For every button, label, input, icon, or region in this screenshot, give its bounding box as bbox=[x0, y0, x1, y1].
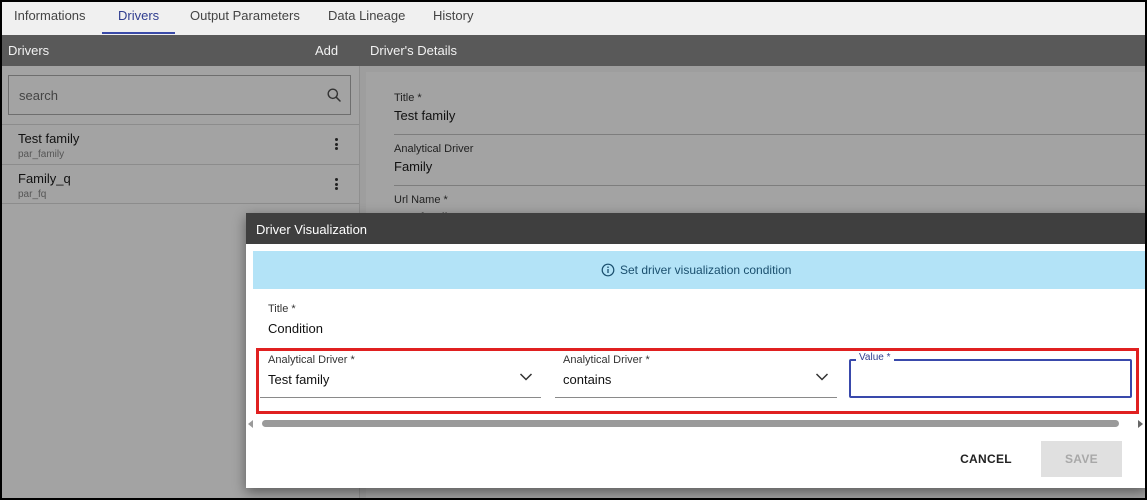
info-icon bbox=[601, 263, 615, 277]
drivers-header-title: Drivers bbox=[8, 43, 50, 58]
driver-visualization-dialog: Driver Visualization Set driver visualiz… bbox=[246, 213, 1147, 488]
dialog-title-bar: Driver Visualization bbox=[246, 213, 1147, 244]
dialog-title: Driver Visualization bbox=[256, 222, 368, 237]
tab-informations[interactable]: Informations bbox=[14, 0, 86, 35]
condition-title-label: Title * bbox=[268, 303, 296, 315]
list-item[interactable]: Test family par_family bbox=[0, 124, 359, 164]
search-input[interactable] bbox=[19, 76, 319, 114]
info-banner: Set driver visualization condition bbox=[253, 251, 1147, 289]
select-value: contains bbox=[563, 372, 612, 387]
analytical-driver-select[interactable]: Analytical Driver * Test family bbox=[260, 352, 541, 398]
add-driver-button[interactable]: Add bbox=[315, 43, 338, 58]
tab-output-parameters[interactable]: Output Parameters bbox=[190, 0, 300, 35]
value-input[interactable] bbox=[857, 369, 1125, 389]
value-field-label: Value * bbox=[856, 352, 894, 363]
field-value: Test family bbox=[394, 108, 456, 123]
more-vert-icon[interactable] bbox=[330, 177, 342, 193]
scrollbar-thumb[interactable] bbox=[262, 420, 1119, 427]
scroll-left-icon[interactable] bbox=[248, 420, 253, 428]
condition-title-value[interactable]: Condition bbox=[268, 321, 323, 336]
cancel-button[interactable]: CANCEL bbox=[946, 441, 1026, 477]
field-label: Title * bbox=[394, 92, 422, 104]
save-button[interactable]: SAVE bbox=[1041, 441, 1122, 477]
select-label: Analytical Driver * bbox=[268, 354, 355, 366]
details-header-title: Driver's Details bbox=[370, 43, 457, 58]
field-value: Family bbox=[394, 159, 433, 174]
value-field: Value * bbox=[849, 352, 1132, 398]
chevron-down-icon[interactable] bbox=[815, 372, 829, 382]
section-header: Drivers Add Driver's Details bbox=[0, 35, 1147, 66]
details-analytical-driver-field[interactable]: Analytical Driver Family bbox=[394, 135, 1147, 186]
tab-history[interactable]: History bbox=[433, 0, 473, 35]
more-vert-icon[interactable] bbox=[330, 137, 342, 153]
condition-operator-select[interactable]: Analytical Driver * contains bbox=[555, 352, 837, 398]
select-value: Test family bbox=[268, 372, 330, 387]
search-box bbox=[8, 75, 351, 115]
search-icon[interactable] bbox=[327, 88, 341, 102]
chevron-down-icon[interactable] bbox=[519, 372, 533, 382]
driver-url-name: par_family bbox=[18, 149, 65, 160]
tab-data-lineage[interactable]: Data Lineage bbox=[328, 0, 405, 35]
tab-drivers[interactable]: Drivers bbox=[102, 0, 176, 35]
driver-url-name: par_fq bbox=[18, 189, 47, 200]
driver-title: Test family bbox=[18, 131, 80, 146]
select-label: Analytical Driver * bbox=[563, 354, 650, 366]
field-label: Analytical Driver bbox=[394, 143, 474, 155]
scroll-right-icon[interactable] bbox=[1138, 420, 1143, 428]
info-message: Set driver visualization condition bbox=[620, 263, 792, 277]
list-item[interactable]: Family_q par_fq bbox=[0, 164, 359, 204]
details-title-field[interactable]: Title * Test family bbox=[394, 84, 1147, 135]
horizontal-scrollbar[interactable] bbox=[248, 418, 1143, 430]
field-label: Url Name * bbox=[394, 194, 448, 206]
tab-bar: Informations Drivers Output Parameters D… bbox=[0, 0, 1147, 35]
driver-title: Family_q bbox=[18, 171, 71, 186]
